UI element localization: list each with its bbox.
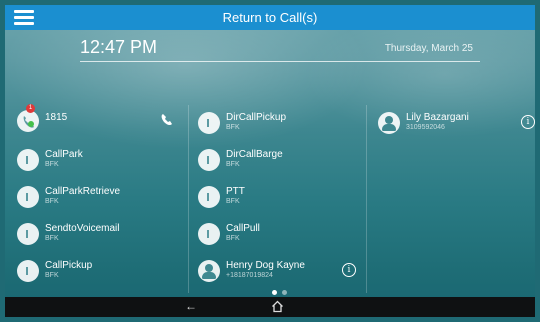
key-sublabel: BFK xyxy=(45,272,59,279)
key-label: CallPark xyxy=(45,149,83,160)
clock-time: 12:47 PM xyxy=(80,37,158,57)
key-label: PTT xyxy=(226,186,245,197)
contact-icon xyxy=(378,112,400,134)
key-dircallpickup[interactable]: DirCallPickup BFK xyxy=(198,109,363,139)
column-divider xyxy=(366,105,367,293)
key-label: CallPull xyxy=(226,223,260,234)
display-frame: Return to Call(s) 12:47 PM Thursday, Mar… xyxy=(5,5,535,317)
contact-icon xyxy=(198,260,220,282)
key-icon xyxy=(17,149,39,171)
info-icon[interactable]: i xyxy=(342,263,356,277)
line-number: 1815 xyxy=(45,112,68,123)
registered-status-dot xyxy=(28,121,34,127)
key-icon xyxy=(198,149,220,171)
key-ptt[interactable]: PTT BFK xyxy=(198,183,363,213)
page-dot-active[interactable] xyxy=(272,290,277,295)
phone-screen: Return to Call(s) 12:47 PM Thursday, Mar… xyxy=(0,0,540,322)
column-divider xyxy=(188,105,189,293)
missed-call-badge: 1 xyxy=(26,104,35,113)
line-key-1815[interactable]: 1 1815 xyxy=(17,104,182,137)
back-icon[interactable]: ← xyxy=(185,299,197,313)
home-icon[interactable] xyxy=(271,300,284,313)
key-label: DirCallPickup xyxy=(226,112,287,123)
key-dircallbarge[interactable]: DirCallBarge BFK xyxy=(198,146,363,176)
key-label: SendtoVoicemail xyxy=(45,223,120,234)
clock-date: Thursday, March 25 xyxy=(384,43,473,54)
header-title[interactable]: Return to Call(s) xyxy=(5,10,535,25)
info-icon[interactable]: i xyxy=(521,115,535,129)
key-callpark[interactable]: CallPark BFK xyxy=(17,146,182,176)
key-label: DirCallBarge xyxy=(226,149,283,160)
navigation-bar: ← xyxy=(5,297,535,317)
key-sublabel: BFK xyxy=(226,124,240,131)
key-callpull[interactable]: CallPull BFK xyxy=(198,220,363,250)
key-sublabel: BFK xyxy=(226,161,240,168)
key-icon xyxy=(198,112,220,134)
clock-divider xyxy=(80,61,480,62)
return-to-calls-bar[interactable]: Return to Call(s) xyxy=(5,5,535,30)
key-label: CallPickup xyxy=(45,260,93,271)
key-icon xyxy=(198,186,220,208)
contact-lily-bazargani[interactable]: Lily Bazargani 3109592046 xyxy=(378,109,535,139)
contact-number: 3109592046 xyxy=(406,124,445,131)
key-sublabel: BFK xyxy=(226,198,240,205)
contact-henry-dog-kayne[interactable]: Henry Dog Kayne +18187019824 xyxy=(198,257,363,287)
key-callpickup[interactable]: CallPickup BFK xyxy=(17,257,182,287)
key-label: CallParkRetrieve xyxy=(45,186,121,197)
key-sublabel: BFK xyxy=(226,235,240,242)
key-icon xyxy=(198,223,220,245)
key-icon xyxy=(17,186,39,208)
key-callparkretrieve[interactable]: CallParkRetrieve BFK xyxy=(17,183,182,213)
key-sendtovoicemail[interactable]: SendtoVoicemail BFK xyxy=(17,220,182,250)
menu-icon[interactable] xyxy=(14,10,34,25)
key-icon xyxy=(17,223,39,245)
page-dot[interactable] xyxy=(282,290,287,295)
contact-number: +18187019824 xyxy=(226,272,273,279)
key-sublabel: BFK xyxy=(45,198,59,205)
key-sublabel: BFK xyxy=(45,235,59,242)
key-icon xyxy=(17,260,39,282)
key-sublabel: BFK xyxy=(45,161,59,168)
contact-name: Henry Dog Kayne xyxy=(226,260,305,271)
phone-icon[interactable] xyxy=(160,113,174,127)
contact-name: Lily Bazargani xyxy=(406,112,469,123)
